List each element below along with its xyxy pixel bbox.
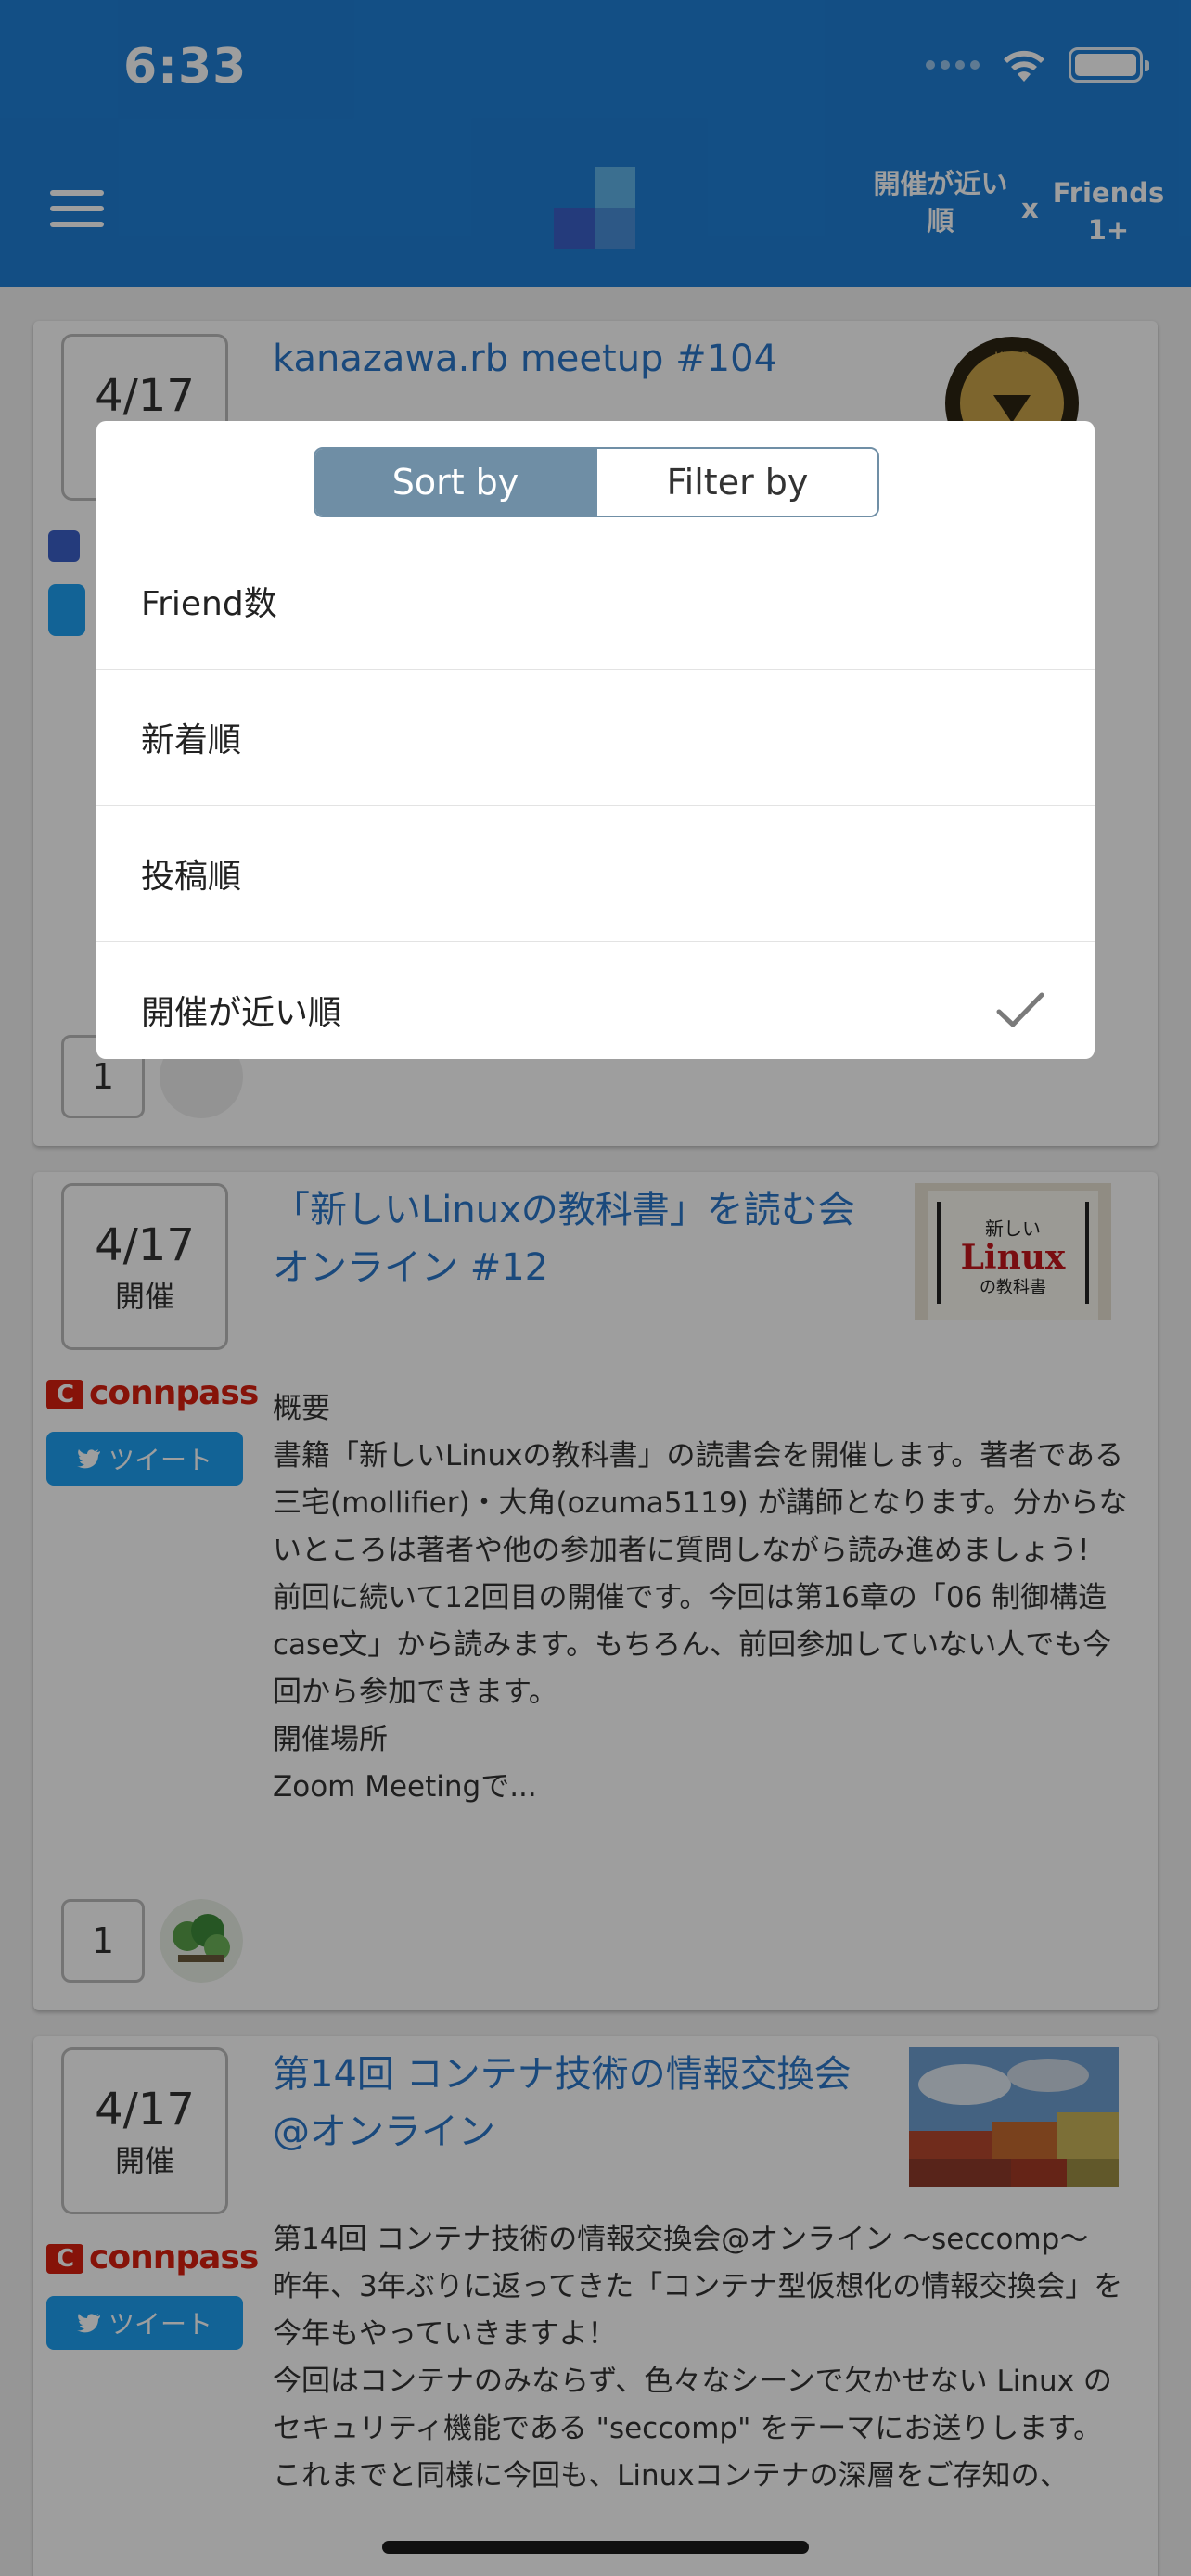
sort-option-friend-count[interactable]: Friend数 [96, 532, 1095, 669]
sort-option-label: 開催が近い順 [141, 994, 342, 1032]
home-indicator [382, 2541, 809, 2554]
sort-option-label: Friend数 [141, 584, 277, 623]
sort-option-label: 投稿順 [141, 858, 242, 896]
sort-option-newest[interactable]: 新着順 [96, 669, 1095, 805]
sort-option-posted-order[interactable]: 投稿順 [96, 805, 1095, 941]
sort-option-upcoming[interactable]: 開催が近い順 [96, 941, 1095, 1059]
modal-backdrop[interactable] [0, 0, 1191, 2576]
tab-filter-by[interactable]: Filter by [596, 449, 877, 516]
sort-filter-dialog: Sort by Filter by Friend数 新着順 投稿順 開催が近い順 [96, 421, 1095, 1059]
sort-option-label: 新着順 [141, 721, 242, 759]
tab-sort-by[interactable]: Sort by [315, 449, 596, 516]
sort-filter-segmented-control: Sort by Filter by [314, 447, 879, 517]
checkmark-icon [996, 992, 1044, 1027]
